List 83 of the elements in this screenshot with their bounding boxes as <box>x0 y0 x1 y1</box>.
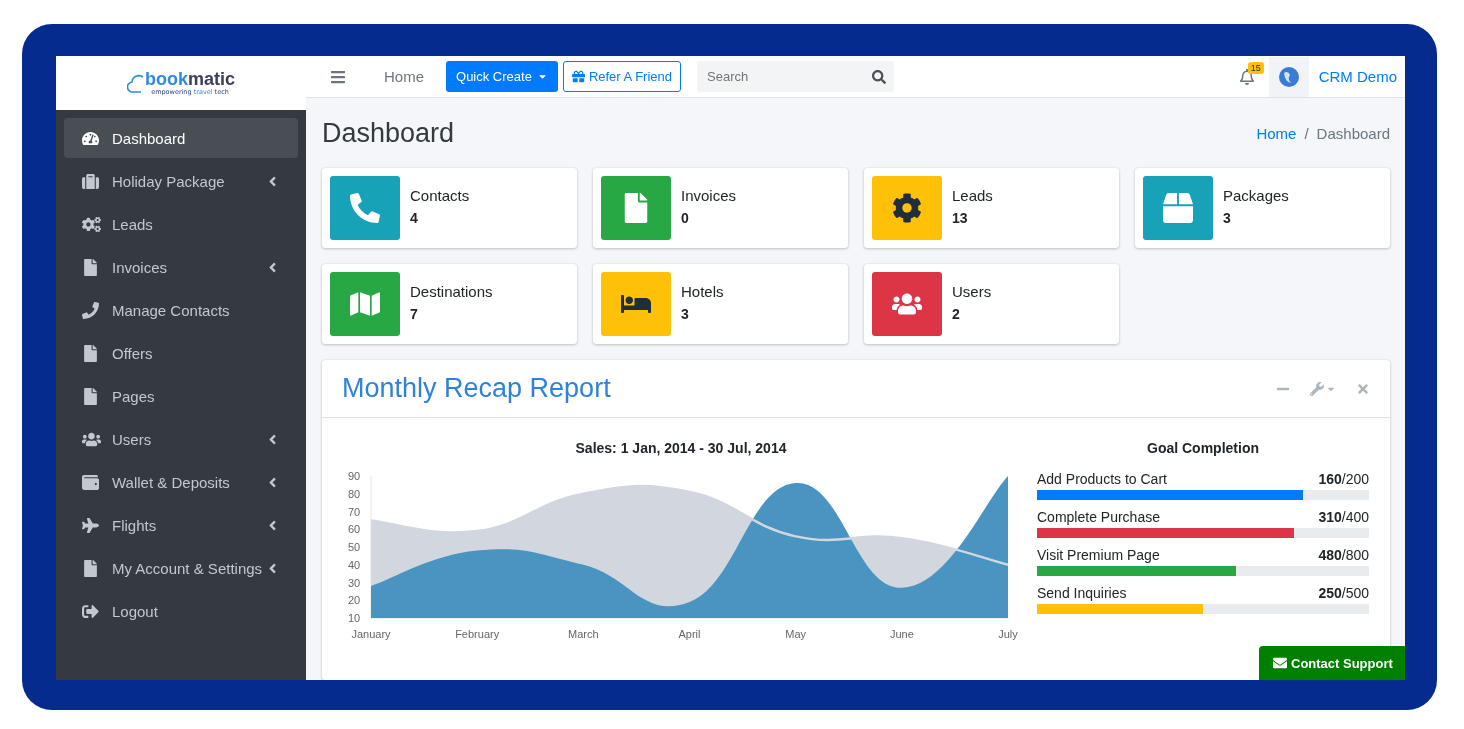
nav-item[interactable]: Leads <box>64 204 298 244</box>
nav-item[interactable]: Logout <box>64 591 298 631</box>
nav-item[interactable]: Holiday Package <box>64 161 298 201</box>
breadcrumb-link[interactable]: Home <box>1256 124 1297 142</box>
plane-icon <box>82 516 99 534</box>
x-tick-label: July <box>998 628 1018 640</box>
nav-item[interactable]: Dashboard <box>64 118 298 158</box>
y-tick-label: 70 <box>348 505 361 518</box>
nav-item[interactable]: Offers <box>64 333 298 373</box>
chart-title: Sales: 1 Jan, 2014 - 30 Jul, 2014 <box>575 440 787 456</box>
goal-label: Complete Purchase <box>1037 509 1160 525</box>
menu-icon[interactable] <box>330 68 346 85</box>
dashboard-icon <box>82 129 99 147</box>
info-label: Invoices <box>681 186 737 204</box>
nav-item[interactable]: Pages <box>64 376 298 416</box>
gears-icon <box>82 214 101 234</box>
quick-create-button[interactable]: Quick Create <box>446 61 558 92</box>
info-label: Packages <box>1223 186 1289 204</box>
x-tick-label: January <box>351 628 391 640</box>
info-value: 3 <box>681 305 690 322</box>
search-icon[interactable] <box>872 69 886 84</box>
phone-icon <box>82 301 99 319</box>
home-link[interactable]: Home <box>384 68 424 85</box>
breadcrumb-separator: / <box>1304 124 1309 142</box>
goal-label: Send Inquiries <box>1037 585 1127 601</box>
x-tick-label: April <box>678 628 701 640</box>
y-tick-label: 10 <box>348 612 361 624</box>
document-icon <box>82 344 99 362</box>
user-link[interactable]: CRM Demo <box>1318 68 1397 85</box>
brand-logo: bookmatic <box>145 70 235 88</box>
notification-badge: 15 <box>1247 61 1264 74</box>
info-value: 7 <box>410 305 419 322</box>
info-label: Contacts <box>410 186 470 204</box>
info-value: 4 <box>410 209 419 226</box>
y-tick-label: 40 <box>348 558 361 571</box>
x-tick-label: February <box>455 628 500 640</box>
info-label: Destinations <box>410 282 493 300</box>
info-value: 13 <box>952 209 969 226</box>
logout-icon <box>82 602 99 620</box>
document-icon <box>82 387 99 405</box>
envelope-icon <box>1273 656 1287 670</box>
y-tick-label: 20 <box>348 594 361 607</box>
document-icon <box>82 559 99 577</box>
x-tick-label: June <box>889 628 914 640</box>
breadcrumb-current[interactable]: Dashboard <box>1316 124 1390 142</box>
x-tick-label: May <box>785 628 807 640</box>
y-tick-label: 90 <box>348 470 361 482</box>
gift-icon <box>571 70 585 83</box>
nav-item[interactable]: Wallet & Deposits <box>64 462 298 502</box>
goal-value: 310/400 <box>1318 509 1369 525</box>
goal-value: 480/800 <box>1318 547 1369 563</box>
nav-item[interactable]: Users <box>64 419 298 459</box>
info-label: Users <box>952 282 992 300</box>
nav-item[interactable]: Invoices <box>64 247 298 287</box>
suitcase-icon <box>82 172 99 190</box>
page-title: Dashboard <box>322 117 455 149</box>
y-tick-label: 80 <box>348 487 361 500</box>
nav-item[interactable]: My Account & Settings <box>64 548 298 588</box>
goal-value: 160/200 <box>1318 471 1369 487</box>
nav-item[interactable]: Manage Contacts <box>64 290 298 330</box>
y-tick-label: 50 <box>348 541 361 553</box>
y-tick-label: 60 <box>348 523 361 536</box>
y-tick-label: 30 <box>348 576 361 589</box>
contact-support-button[interactable]: Contact Support <box>1259 646 1405 680</box>
avatar[interactable] <box>1268 56 1309 97</box>
goal-label: Add Products to Cart <box>1037 471 1167 487</box>
info-value: 0 <box>681 209 690 226</box>
x-tick-label: March <box>568 628 599 640</box>
document-icon <box>82 258 99 276</box>
info-value: 3 <box>1223 209 1232 226</box>
wallet-icon <box>82 473 99 491</box>
refer-button[interactable]: Refer A Friend <box>562 61 681 92</box>
info-value: 2 <box>952 305 961 322</box>
goal-value: 250/500 <box>1318 585 1369 601</box>
goal-label: Visit Premium Page <box>1037 547 1160 563</box>
search-input[interactable]: Search <box>705 68 872 85</box>
section-title: Goal Completion <box>1146 440 1260 456</box>
search-field[interactable]: Search <box>697 61 894 92</box>
info-label: Leads <box>952 186 993 204</box>
cloud-icon <box>127 72 143 94</box>
card-title: Monthly Recap Report <box>342 373 612 404</box>
nav-item[interactable]: Flights <box>64 505 298 545</box>
info-label: Hotels <box>681 282 724 300</box>
